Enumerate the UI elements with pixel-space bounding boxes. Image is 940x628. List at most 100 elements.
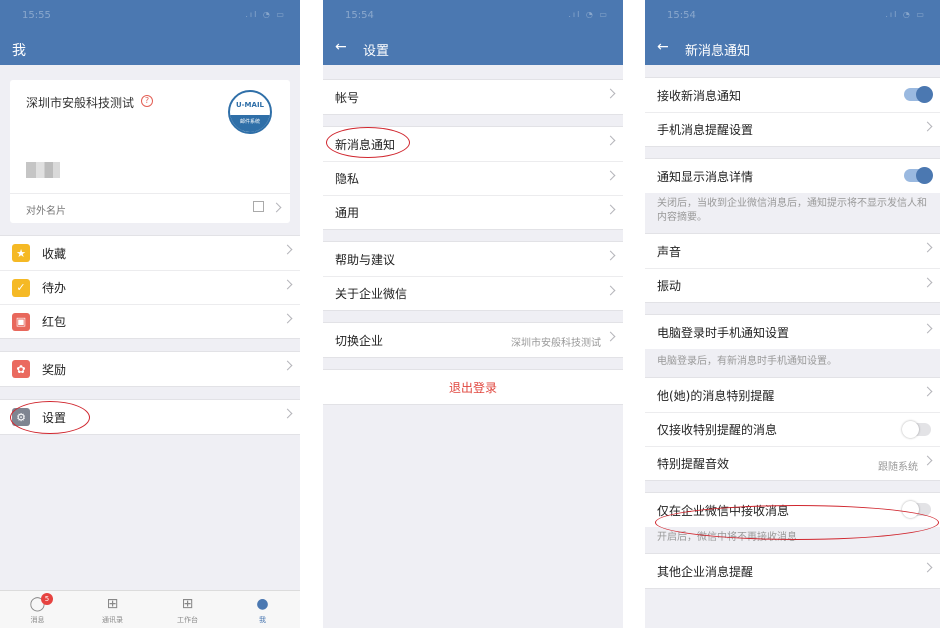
status-icons: .ıl ◔ ▭ <box>568 10 609 19</box>
tab-label: 工作台 <box>177 616 198 624</box>
notification-settings-screen: 15:54 .ıl ◔ ▭ ← 新消息通知 接收新消息通知 手机消息提醒设置 通… <box>645 0 940 628</box>
logout-label: 退出登录 <box>448 380 497 395</box>
logout-button[interactable]: 退出登录 <box>323 370 623 404</box>
reward-icon: ✿ <box>12 360 30 378</box>
settings-group-1: 帐号 <box>323 79 623 115</box>
menu-item-red-packet[interactable]: ▣ 红包 <box>0 304 300 338</box>
current-company: 深圳市安般科技测试 <box>511 338 601 349</box>
settings-group-3: 帮助与建议 关于企业微信 <box>323 241 623 311</box>
tab-label: 通讯录 <box>102 616 123 624</box>
toggle-knob <box>916 86 933 103</box>
phone-settings-row[interactable]: 手机消息提醒设置 <box>645 112 940 146</box>
tab-me[interactable]: ● 我 <box>225 591 300 628</box>
tab-workbench[interactable]: ⊞ 工作台 <box>150 591 225 628</box>
menu-item-label: 收藏 <box>42 246 67 261</box>
toggle-knob <box>916 167 933 184</box>
chevron-right-icon <box>271 202 282 213</box>
red-packet-icon: ▣ <box>12 312 30 331</box>
check-icon: ✓ <box>12 278 30 297</box>
tab-messages[interactable]: ◯ 消息 5 <box>0 591 75 628</box>
special-sound-value: 跟随系统 <box>878 462 918 473</box>
toggle-knob <box>902 421 919 438</box>
status-icons: .ıl ◔ ▭ <box>885 10 926 19</box>
settings-item-privacy[interactable]: 隐私 <box>323 161 623 195</box>
settings-item-account[interactable]: 帐号 <box>323 80 623 114</box>
highlight-circle <box>10 401 90 434</box>
settings-item-label: 帮助与建议 <box>335 252 396 267</box>
menu-item-favorites[interactable]: ★ 收藏 <box>0 236 300 270</box>
status-time: 15:54 <box>345 10 374 21</box>
row-label: 通知显示消息详情 <box>657 169 754 184</box>
logo-text: U-MAIL <box>235 101 265 109</box>
sound-row[interactable]: 声音 <box>645 234 940 268</box>
settings-item-switch-company[interactable]: 切换企业 深圳市安般科技测试 <box>323 323 623 357</box>
help-icon[interactable]: ? <box>141 95 153 107</box>
menu-item-todo[interactable]: ✓ 待办 <box>0 270 300 304</box>
pc-login-hint: 电脑登录后，有新消息时手机通知设置。 <box>657 356 837 367</box>
card-divider <box>10 193 290 194</box>
receive-new-row: 接收新消息通知 <box>645 78 940 112</box>
top-bar: 15:55 .ıl ◔ ▭ 我 <box>0 0 300 65</box>
back-arrow-icon[interactable]: ← <box>657 39 669 55</box>
highlight-circle <box>326 127 410 158</box>
org-chart-icon: ⊞ <box>106 596 119 612</box>
show-detail-hint: 关闭后，当收到企业微信消息后，通知提示将不显示发信人和内容摘要。 <box>657 198 927 223</box>
highlight-circle <box>655 505 939 540</box>
top-bar: 15:54 .ıl ◔ ▭ ← 新消息通知 <box>645 0 940 65</box>
settings-item-label: 通用 <box>335 206 360 220</box>
show-detail-toggle[interactable] <box>904 167 933 184</box>
star-icon: ★ <box>12 244 30 262</box>
other-company-row[interactable]: 其他企业消息提醒 <box>645 554 940 588</box>
row-label: 声音 <box>657 244 682 259</box>
status-icons: .ıl ◔ ▭ <box>245 10 286 19</box>
grid-icon: ⊞ <box>181 596 194 612</box>
page-title: 设置 <box>363 44 390 59</box>
special-remind-row[interactable]: 他(她)的消息特别提醒 <box>645 378 940 412</box>
special-sound-row[interactable]: 特别提醒音效 跟随系统 <box>645 446 940 480</box>
settings-item-label: 关于企业微信 <box>335 287 408 301</box>
notif-group-7: 其他企业消息提醒 <box>645 553 940 589</box>
only-special-row: 仅接收特别提醒的消息 <box>645 412 940 446</box>
menu-group-1: ★ 收藏 ✓ 待办 ▣ 红包 <box>0 235 300 339</box>
page-title: 新消息通知 <box>685 44 751 59</box>
vibrate-row[interactable]: 振动 <box>645 268 940 302</box>
person-icon: ● <box>256 596 269 612</box>
notif-group-2: 通知显示消息详情 <box>645 158 940 193</box>
row-label: 手机消息提醒设置 <box>657 123 754 137</box>
row-label: 仅接收特别提醒的消息 <box>657 423 778 437</box>
qrcode-icon[interactable] <box>253 201 264 212</box>
pc-login-row[interactable]: 电脑登录时手机通知设置 <box>645 315 940 349</box>
tab-label: 消息 <box>30 616 45 624</box>
notif-group-1: 接收新消息通知 手机消息提醒设置 <box>645 77 940 147</box>
menu-item-label: 奖励 <box>42 362 67 377</box>
settings-item-about[interactable]: 关于企业微信 <box>323 276 623 310</box>
tab-contacts[interactable]: ⊞ 通讯录 <box>75 591 150 628</box>
settings-item-label: 帐号 <box>335 90 360 105</box>
notif-group-5: 他(她)的消息特别提醒 仅接收特别提醒的消息 特别提醒音效 跟随系统 <box>645 377 940 481</box>
status-time: 15:54 <box>667 10 696 21</box>
row-label: 他(她)的消息特别提醒 <box>657 388 775 403</box>
settings-item-help[interactable]: 帮助与建议 <box>323 242 623 276</box>
top-bar: 15:54 .ıl ◔ ▭ ← 设置 <box>323 0 623 65</box>
logout-group: 退出登录 <box>323 369 623 405</box>
menu-item-reward[interactable]: ✿ 奖励 <box>0 352 300 386</box>
settings-screen: 15:54 .ıl ◔ ▭ ← 设置 帐号 新消息通知 隐私 通用 帮助与建议 <box>323 0 623 628</box>
row-label: 电脑登录时手机通知设置 <box>657 325 790 340</box>
settings-item-label: 隐私 <box>335 172 360 186</box>
company-logo: U-MAIL 邮件系统 <box>228 90 272 134</box>
settings-item-general[interactable]: 通用 <box>323 195 623 229</box>
unread-badge: 5 <box>41 593 53 605</box>
business-card[interactable]: 深圳市安般科技测试 ? U-MAIL 邮件系统 对外名片 <box>10 80 290 223</box>
row-label: 振动 <box>657 279 682 293</box>
only-special-toggle[interactable] <box>902 421 931 438</box>
menu-item-label: 红包 <box>42 315 67 329</box>
company-name: 深圳市安般科技测试 <box>26 96 135 110</box>
show-detail-row: 通知显示消息详情 <box>645 159 940 193</box>
row-label: 接收新消息通知 <box>657 88 742 103</box>
receive-new-toggle[interactable] <box>904 86 933 103</box>
back-arrow-icon[interactable]: ← <box>335 39 347 55</box>
row-label: 其他企业消息提醒 <box>657 564 754 579</box>
notif-group-3: 声音 振动 <box>645 233 940 303</box>
blurred-name <box>26 162 60 178</box>
settings-group-4: 切换企业 深圳市安般科技测试 <box>323 322 623 358</box>
